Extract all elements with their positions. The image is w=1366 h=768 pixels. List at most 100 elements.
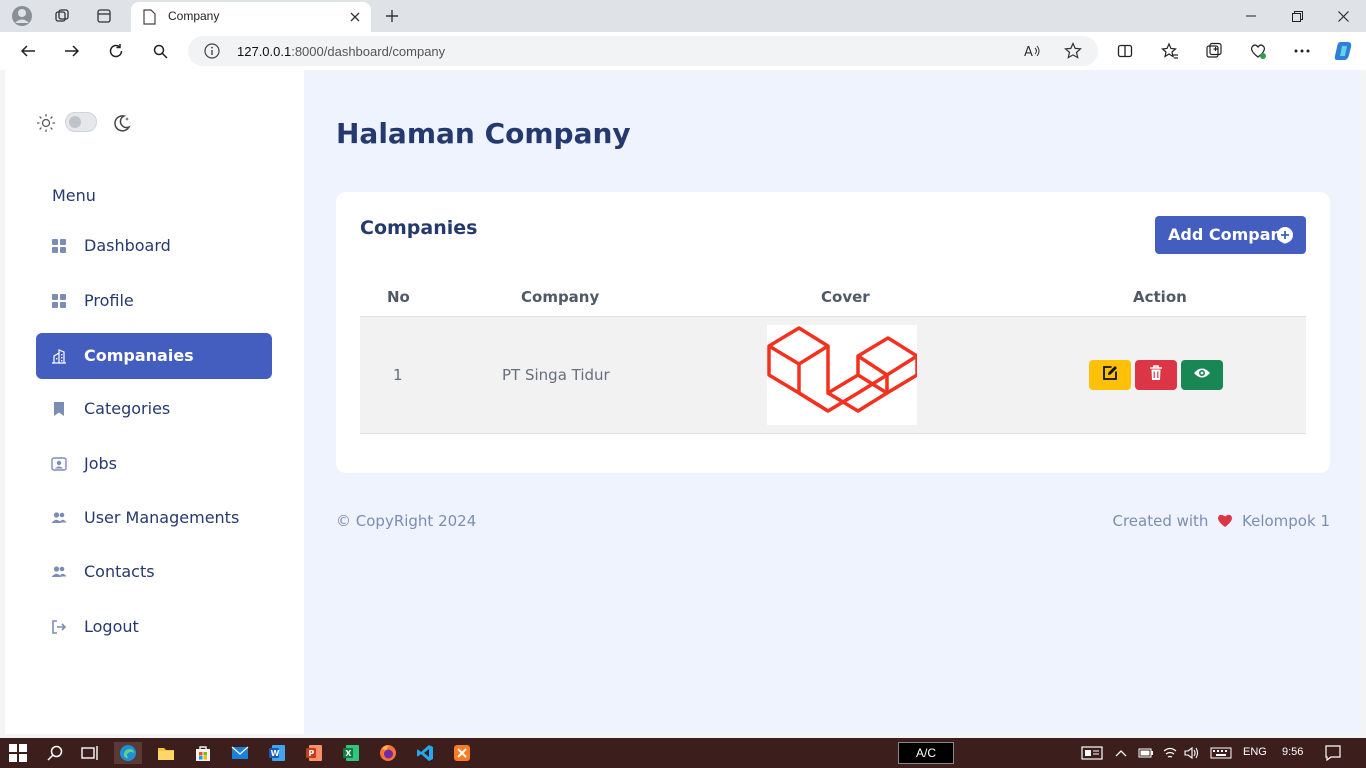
address-bar[interactable]: 127.0.0.1:8000/dashboard/company A: [188, 36, 1098, 66]
grid-icon: [51, 293, 67, 309]
delete-button[interactable]: [1135, 360, 1177, 390]
trash-icon: [1149, 364, 1163, 386]
sidebar: Menu Dashboard Profile Companaies Catego…: [5, 70, 304, 734]
sidebar-item-label: User Managements: [84, 508, 240, 527]
edge-app-icon[interactable]: [114, 742, 142, 764]
sidebar-item-profile[interactable]: Profile: [36, 278, 272, 324]
person-badge-icon: [51, 456, 67, 472]
footer-created-with: Created with: [1112, 512, 1209, 530]
vscode-icon[interactable]: [414, 742, 436, 764]
notification-icon[interactable]: [1325, 745, 1341, 761]
sidebar-item-label: Jobs: [84, 454, 117, 473]
sidebar-item-label: Logout: [84, 617, 139, 636]
keyboard-icon[interactable]: [1210, 745, 1232, 761]
search-icon[interactable]: [146, 38, 174, 64]
moon-icon: [112, 113, 132, 138]
file-explorer-icon[interactable]: [155, 742, 177, 764]
logout-icon: [51, 619, 67, 635]
restore-icon[interactable]: [1274, 0, 1320, 32]
building-icon: [51, 348, 67, 364]
firefox-icon[interactable]: [377, 742, 399, 764]
workspaces-icon[interactable]: [50, 4, 74, 28]
sidebar-item-label: Contacts: [84, 562, 155, 581]
table-row: 1 PT Singa Tidur: [360, 317, 1306, 434]
mail-icon[interactable]: [229, 742, 251, 764]
bookmark-icon: [51, 401, 67, 417]
ac-indicator: A/C: [898, 742, 954, 764]
sidebar-item-logout[interactable]: Logout: [36, 604, 272, 650]
forward-icon[interactable]: [58, 38, 86, 64]
store-icon[interactable]: [192, 742, 214, 764]
back-icon[interactable]: [14, 38, 42, 64]
word-icon[interactable]: W: [266, 742, 288, 764]
sidebar-item-user-managements[interactable]: User Managements: [36, 495, 272, 541]
split-screen-icon[interactable]: [1111, 38, 1139, 64]
switch-knob: [69, 116, 81, 128]
page-title: Halaman Company: [336, 117, 631, 150]
close-tab-icon[interactable]: [345, 7, 365, 27]
language-indicator[interactable]: ENG: [1243, 746, 1267, 758]
xampp-icon[interactable]: [451, 742, 473, 764]
read-aloud-icon[interactable]: A: [1022, 41, 1042, 61]
header-no: No: [387, 288, 410, 306]
clock[interactable]: 9:56: [1282, 746, 1303, 758]
taskbar: W P X A/C ENG 9:56: [0, 738, 1366, 768]
edit-button[interactable]: [1089, 360, 1131, 390]
sidebar-item-jobs[interactable]: Jobs: [36, 441, 272, 487]
sidebar-item-dashboard[interactable]: Dashboard: [36, 223, 272, 269]
svg-text:P: P: [308, 749, 314, 758]
people-icon: [51, 564, 67, 580]
eye-icon: [1193, 366, 1211, 384]
card-title: Companies: [360, 217, 478, 239]
sidebar-item-categories[interactable]: Categories: [36, 386, 272, 432]
header-company: Company: [521, 288, 600, 306]
site-info-icon[interactable]: [203, 42, 221, 60]
minimize-icon[interactable]: [1228, 0, 1274, 32]
svg-text:W: W: [271, 749, 280, 758]
favorites-icon[interactable]: [1156, 38, 1184, 64]
footer-credits: Created with Kelompok 1: [1112, 512, 1330, 532]
chevron-up-icon[interactable]: [1113, 745, 1129, 761]
sidebar-item-companies[interactable]: Companaies: [36, 333, 272, 379]
menu-title: Menu: [52, 186, 96, 205]
header-action: Action: [1133, 288, 1187, 306]
sidebar-item-label: Categories: [84, 399, 171, 418]
url-path: :8000/dashboard/company: [291, 44, 446, 59]
add-company-button[interactable]: Add Company: [1155, 216, 1306, 254]
browser-toolbar: 127.0.0.1:8000/dashboard/company A: [0, 32, 1366, 70]
volume-icon[interactable]: [1184, 745, 1200, 761]
sidebar-item-contacts[interactable]: Contacts: [36, 549, 272, 595]
favorite-star-icon[interactable]: [1063, 41, 1083, 61]
more-options-icon[interactable]: [1288, 38, 1316, 64]
sidebar-item-label: Companaies: [84, 346, 194, 365]
svg-text:X: X: [345, 749, 352, 758]
excel-icon[interactable]: X: [340, 742, 362, 764]
battery-icon[interactable]: [1138, 745, 1154, 761]
new-tab-icon[interactable]: [380, 4, 404, 28]
plus-circle-icon: [1277, 227, 1293, 243]
close-window-icon[interactable]: [1320, 0, 1366, 32]
view-button[interactable]: [1181, 360, 1223, 390]
theme-toggle: [36, 112, 136, 134]
powerpoint-icon[interactable]: P: [303, 742, 325, 764]
copilot-icon[interactable]: [1330, 38, 1358, 64]
browser-tab-bar: Company: [0, 0, 1366, 32]
taskbar-search-icon[interactable]: [44, 742, 66, 764]
sidebar-item-label: Dashboard: [84, 236, 171, 255]
tab-company[interactable]: Company: [131, 2, 371, 32]
dark-mode-switch[interactable]: [65, 112, 97, 132]
url-text: 127.0.0.1:8000/dashboard/company: [237, 44, 445, 59]
task-view-icon[interactable]: [79, 742, 101, 764]
refresh-icon[interactable]: [102, 38, 130, 64]
tab-actions-icon[interactable]: [92, 4, 116, 28]
collections-icon[interactable]: [1200, 38, 1228, 64]
add-company-label: Add Company: [1168, 225, 1293, 244]
wifi-icon[interactable]: [1162, 745, 1178, 761]
browser-essentials-icon[interactable]: [1244, 38, 1272, 64]
news-widget-icon[interactable]: [1081, 745, 1103, 761]
windows-start-icon[interactable]: [7, 742, 29, 764]
svg-text:A: A: [1024, 45, 1033, 59]
cell-company: PT Singa Tidur: [502, 366, 610, 384]
profile-avatar-icon[interactable]: [10, 4, 34, 28]
grid-icon: [51, 238, 67, 254]
